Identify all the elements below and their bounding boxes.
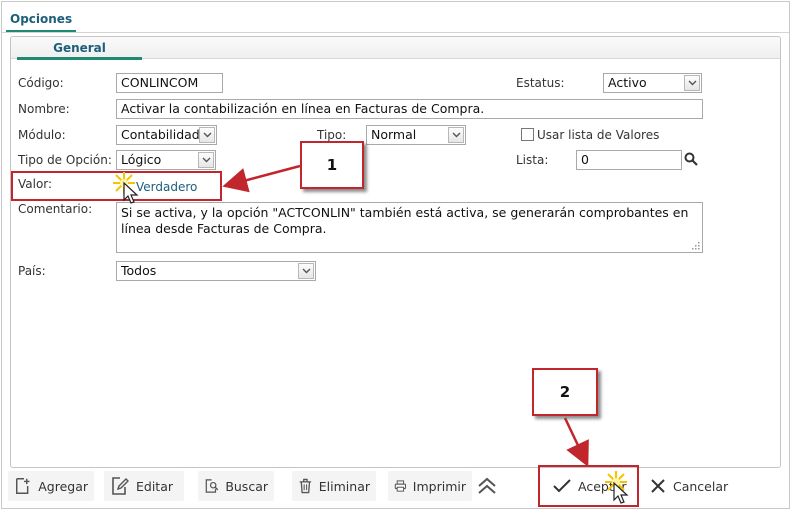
cancelar-button[interactable]: Cancelar bbox=[643, 471, 735, 501]
chevron-down-icon[interactable] bbox=[684, 75, 700, 91]
search-icon[interactable] bbox=[684, 152, 698, 166]
callout-2: 2 bbox=[532, 368, 598, 416]
aceptar-highlight-box bbox=[538, 465, 639, 507]
codigo-field[interactable]: CONLINCOM bbox=[116, 73, 223, 93]
tipo-select[interactable]: Normal bbox=[366, 125, 466, 145]
chevron-down-icon[interactable] bbox=[448, 127, 464, 143]
tipo-opcion-value: Lógico bbox=[121, 152, 162, 167]
pais-label: País: bbox=[18, 264, 46, 278]
collapse-up-icon[interactable] bbox=[476, 476, 498, 496]
buscar-button[interactable]: Buscar bbox=[198, 471, 274, 501]
chevron-down-icon[interactable] bbox=[198, 152, 214, 168]
buscar-label: Buscar bbox=[225, 478, 268, 494]
tipo-label: Tipo: bbox=[317, 128, 347, 142]
estatus-value: Activo bbox=[608, 75, 647, 90]
tab-divider bbox=[2, 32, 789, 33]
imprimir-label: Imprimir bbox=[412, 478, 466, 494]
editar-button[interactable]: Editar bbox=[104, 471, 184, 501]
lista-field[interactable]: 0 bbox=[576, 150, 682, 170]
eliminar-button[interactable]: Eliminar bbox=[292, 471, 376, 501]
comentario-text: Si se activa, y la opción "ACTCONLIN" ta… bbox=[121, 205, 689, 236]
imprimir-button[interactable]: Imprimir bbox=[388, 471, 472, 501]
close-icon bbox=[651, 479, 665, 493]
printer-icon bbox=[394, 480, 407, 492]
comentario-textarea[interactable]: Si se activa, y la opción "ACTCONLIN" ta… bbox=[116, 202, 703, 253]
valor-highlight-box bbox=[11, 171, 222, 201]
modulo-label: Módulo: bbox=[18, 128, 66, 142]
usar-lista-label: Usar lista de Valores bbox=[537, 128, 660, 142]
trash-icon bbox=[299, 478, 312, 494]
tab-general[interactable]: General bbox=[17, 39, 142, 60]
estatus-select[interactable]: Activo bbox=[603, 73, 702, 93]
panel-header: General bbox=[11, 37, 780, 60]
tab-opciones[interactable]: Opciones bbox=[6, 9, 76, 33]
edit-icon bbox=[112, 477, 129, 495]
eliminar-label: Eliminar bbox=[318, 478, 370, 494]
agregar-label: Agregar bbox=[38, 478, 88, 494]
nombre-field[interactable]: Activar la contabilización en línea en F… bbox=[116, 99, 703, 119]
resize-grip-icon[interactable] bbox=[692, 242, 700, 250]
callout-1: 1 bbox=[300, 141, 364, 189]
cancelar-label: Cancelar bbox=[673, 478, 729, 494]
tipo-opcion-label: Tipo de Opción: bbox=[18, 153, 112, 167]
pais-value: Todos bbox=[121, 263, 157, 278]
tipo-value: Normal bbox=[371, 127, 417, 142]
search-document-icon bbox=[205, 479, 219, 493]
estatus-label: Estatus: bbox=[516, 76, 565, 90]
pais-select[interactable]: Todos bbox=[116, 261, 316, 281]
lista-label: Lista: bbox=[516, 153, 549, 167]
editar-label: Editar bbox=[136, 478, 174, 494]
chevron-down-icon[interactable] bbox=[199, 127, 215, 143]
codigo-label: Código: bbox=[18, 76, 64, 90]
nombre-label: Nombre: bbox=[18, 102, 70, 116]
agregar-button[interactable]: Agregar bbox=[8, 471, 94, 501]
comentario-label: Comentario: bbox=[18, 202, 93, 216]
modulo-select[interactable]: Contabilidad bbox=[116, 125, 217, 145]
usar-lista-checkbox[interactable] bbox=[521, 128, 534, 141]
tipo-opcion-select[interactable]: Lógico bbox=[116, 150, 216, 170]
chevron-down-icon[interactable] bbox=[298, 263, 314, 279]
modulo-value: Contabilidad bbox=[121, 127, 200, 142]
add-document-icon bbox=[16, 477, 30, 495]
